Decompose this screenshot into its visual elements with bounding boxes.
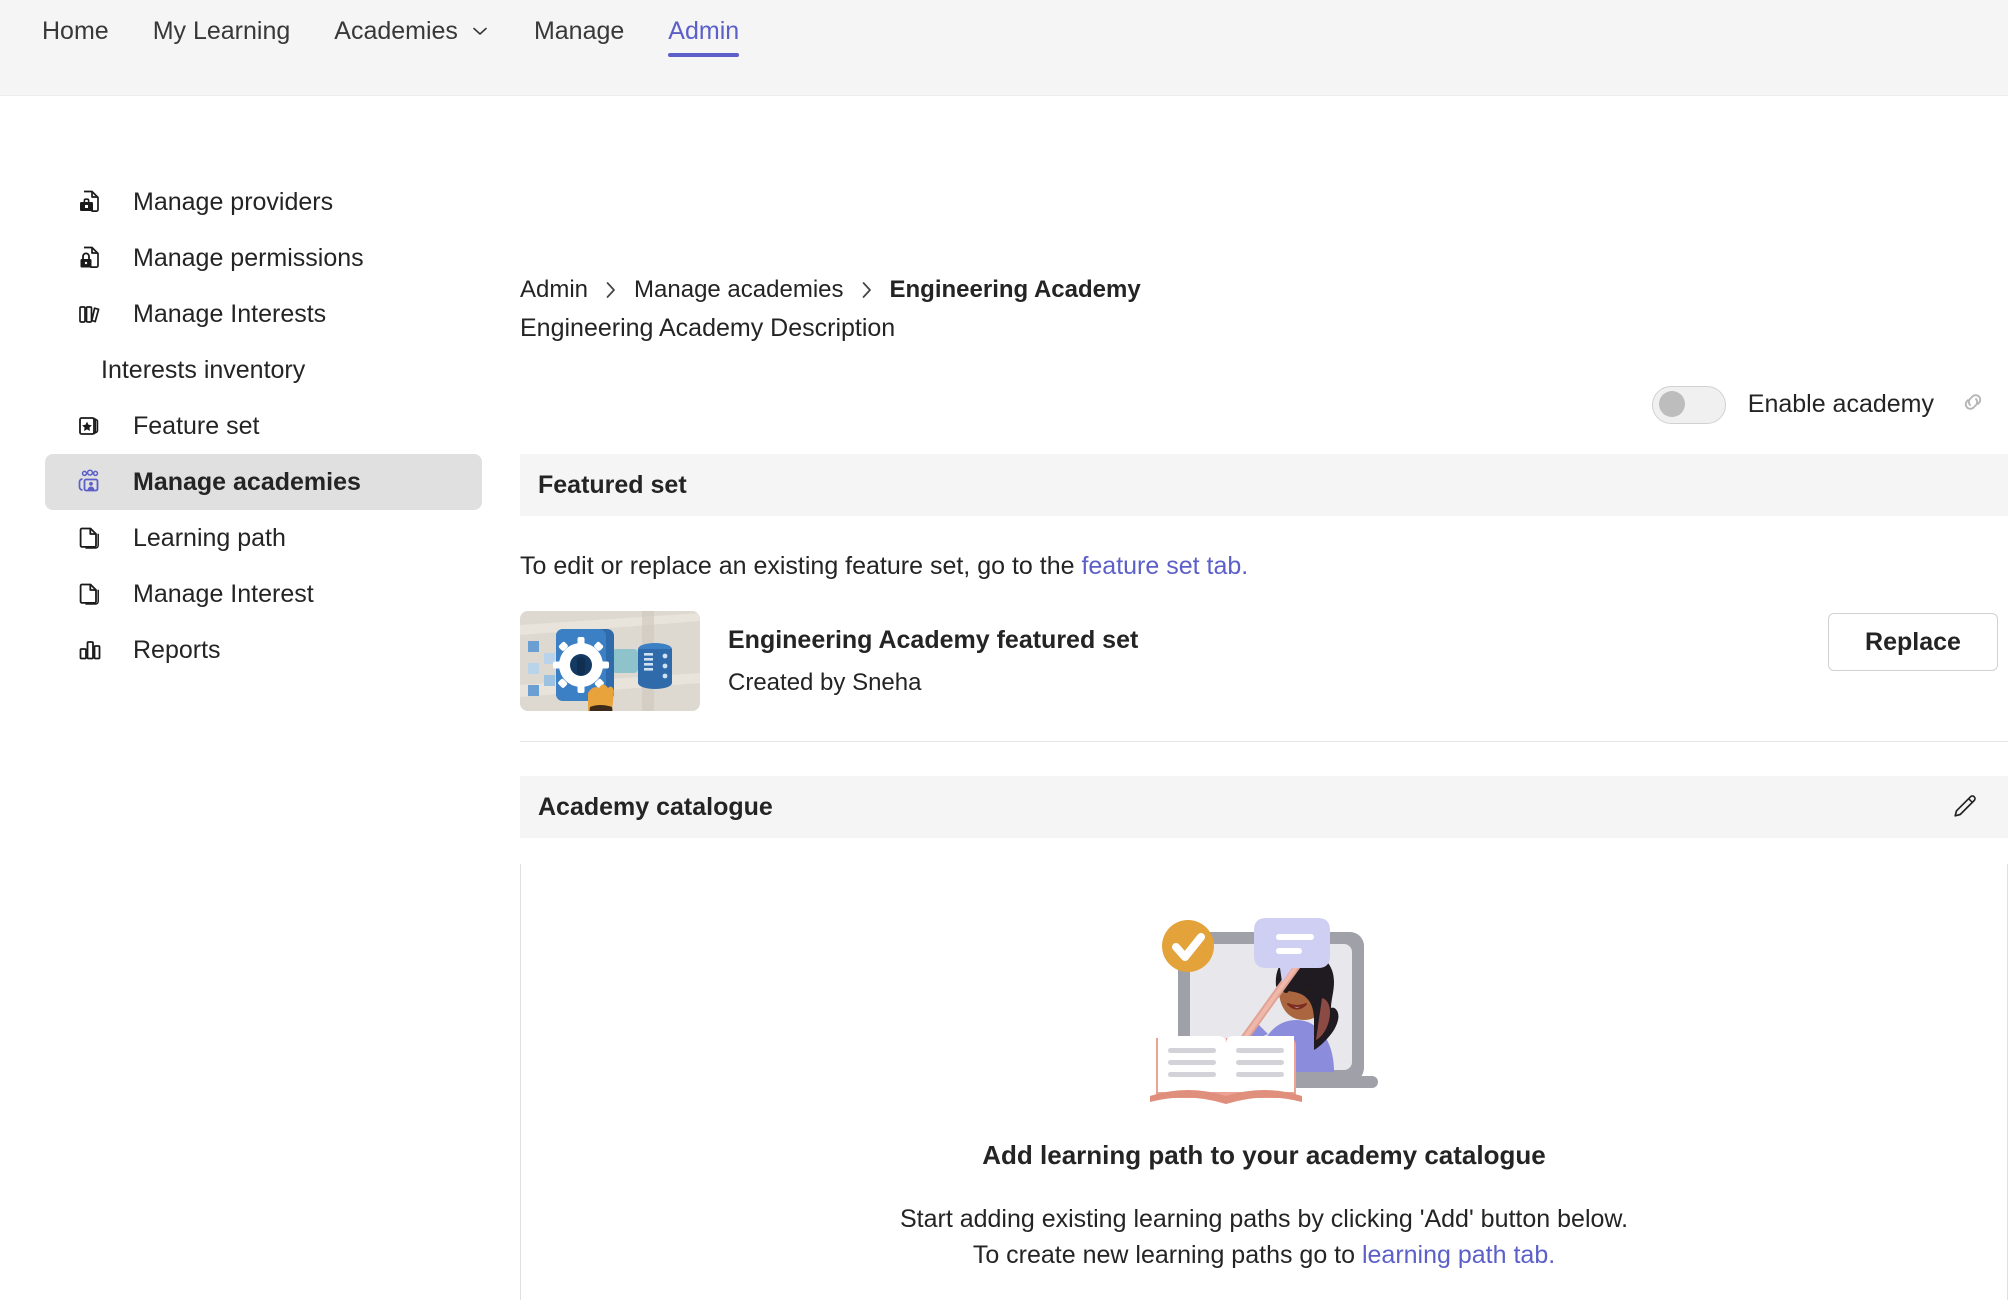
bar-chart-icon — [75, 635, 105, 665]
sidebar-item-label: Manage providers — [133, 187, 334, 216]
sidebar-item-label: Learning path — [133, 523, 286, 552]
pencil-edit-icon[interactable] — [1944, 787, 1984, 827]
chevron-right-icon — [858, 279, 876, 301]
top-navigation-bar: Home My Learning Academies Manage Admin — [0, 0, 2008, 96]
breadcrumb-manage-academies[interactable]: Manage academies — [634, 276, 843, 304]
empty-state-description: Start adding existing learning paths by … — [900, 1201, 1628, 1274]
featured-set-meta: Engineering Academy featured set Created… — [728, 626, 1138, 697]
replace-button[interactable]: Replace — [1828, 613, 1998, 671]
featured-set-section-header: Featured set — [520, 454, 2008, 516]
sidebar-item-manage-interests[interactable]: Manage Interests — [45, 286, 482, 342]
nav-item-label: Academies — [334, 16, 458, 45]
featured-set-thumbnail — [520, 611, 700, 711]
nav-item-label: Home — [42, 16, 109, 45]
chevron-down-icon — [470, 21, 490, 41]
top-nav-items: Home My Learning Academies Manage Admin — [20, 0, 761, 62]
main-content: Admin Manage academies Engineering Acade… — [520, 96, 2008, 1300]
nav-item-manage[interactable]: Manage — [512, 0, 646, 62]
people-team-icon — [75, 467, 105, 497]
sidebar-item-manage-permissions[interactable]: Manage permissions — [45, 230, 482, 286]
sidebar-item-learning-path[interactable]: Learning path — [45, 510, 482, 566]
star-stack-icon — [75, 411, 105, 441]
sidebar-item-manage-academies[interactable]: Manage academies — [45, 454, 482, 510]
featured-set-card-subtitle: Created by Sneha — [728, 668, 922, 696]
featured-set-help-prefix: To edit or replace an existing feature s… — [520, 552, 1082, 580]
document-toolbox-icon — [75, 187, 105, 217]
sidebar-item-label: Feature set — [133, 411, 260, 440]
nav-item-label: Admin — [668, 16, 740, 45]
chevron-right-icon — [602, 279, 620, 301]
breadcrumb-current: Engineering Academy — [889, 276, 1141, 303]
sidebar-item-label: Interests inventory — [101, 355, 306, 384]
featured-set-title: Featured set — [538, 470, 687, 499]
sidebar-item-label: Manage permissions — [133, 243, 364, 272]
enable-academy-toggle[interactable] — [1651, 385, 1726, 424]
sidebar-item-manage-interest[interactable]: Manage Interest — [45, 566, 482, 622]
books-icon — [75, 299, 105, 329]
document-lock-icon — [75, 243, 105, 273]
sidebar-item-label: Manage academies — [133, 467, 361, 496]
empty-state-line-2: To create new learning paths go to learn… — [900, 1237, 1628, 1273]
page-description: Engineering Academy Description — [520, 314, 896, 342]
breadcrumb: Admin Manage academies Engineering Acade… — [520, 276, 2008, 304]
main-inner: Admin Manage academies Engineering Acade… — [520, 276, 2008, 1300]
enable-academy-label: Enable academy — [1747, 390, 1934, 418]
sidebar-item-label: Reports — [133, 635, 221, 664]
sidebar-item-manage-providers[interactable]: Manage providers — [45, 174, 482, 230]
feature-set-tab-link[interactable]: feature set tab. — [1081, 552, 1248, 580]
featured-set-card: Engineering Academy featured set Created… — [520, 611, 2008, 742]
sidebar-item-feature-set[interactable]: Feature set — [45, 398, 482, 454]
sidebar-item-label: Manage Interest — [133, 579, 314, 608]
nav-item-label: My Learning — [152, 16, 291, 45]
document-copy-icon — [75, 523, 105, 553]
toggle-knob — [1658, 390, 1685, 417]
academy-catalogue-empty-panel: Add learning path to your academy catalo… — [520, 864, 2008, 1300]
active-tab-underline — [668, 53, 740, 57]
empty-state-illustration — [1136, 890, 1392, 1106]
nav-item-home[interactable]: Home — [20, 0, 131, 62]
enable-academy-row: Enable academy — [520, 385, 2008, 424]
nav-item-label: Manage — [533, 16, 625, 45]
empty-state-title: Add learning path to your academy catalo… — [982, 1140, 1546, 1170]
nav-item-academies[interactable]: Academies — [312, 0, 512, 62]
academy-catalogue-title: Academy catalogue — [538, 792, 773, 821]
empty-state-line-2-prefix: To create new learning paths go to — [972, 1241, 1362, 1270]
sidebar-item-interests-inventory[interactable]: Interests inventory — [45, 342, 482, 398]
link-icon[interactable] — [1956, 385, 1990, 424]
featured-set-card-title: Engineering Academy featured set — [728, 625, 1139, 654]
sidebar-item-label: Manage Interests — [133, 299, 327, 328]
page-body: Manage providers Manage permissions Mana… — [0, 96, 2008, 1300]
featured-set-help-text: To edit or replace an existing feature s… — [520, 516, 2008, 611]
empty-state-line-1: Start adding existing learning paths by … — [899, 1205, 1629, 1233]
academy-catalogue-section-header: Academy catalogue — [520, 776, 2008, 838]
breadcrumb-admin[interactable]: Admin — [520, 276, 588, 304]
nav-item-admin[interactable]: Admin — [646, 0, 761, 62]
nav-item-my-learning[interactable]: My Learning — [131, 0, 313, 62]
document-copy-icon — [75, 579, 105, 609]
learning-path-tab-link[interactable]: learning path tab. — [1362, 1241, 1555, 1269]
sidebar-navigation: Manage providers Manage permissions Mana… — [0, 96, 520, 1300]
sidebar-item-reports[interactable]: Reports — [45, 622, 482, 678]
